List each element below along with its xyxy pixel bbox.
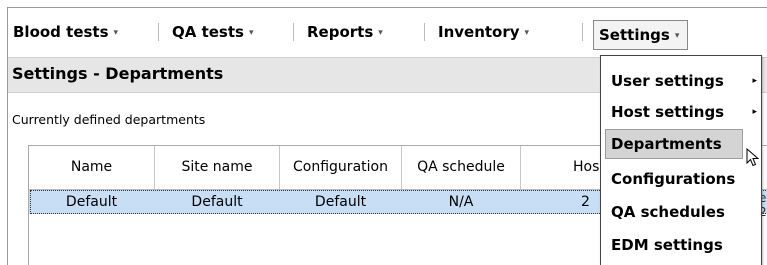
menu-separator [293,23,294,41]
column-header-site-name[interactable]: Site name [155,146,280,189]
menu-qa-tests-label: QA tests [172,23,244,41]
menu-qa-tests[interactable]: QA tests ▾ [172,18,253,46]
chevron-down-icon: ▾ [378,28,383,38]
app-frame: Blood tests ▾ QA tests ▾ Reports ▾ Inventor… [7,7,767,265]
cell-site-name: Default [191,194,243,210]
cell-configuration: Default [314,194,367,210]
menu-bar: Blood tests ▾ QA tests ▾ Reports ▾ Inventor… [8,8,767,56]
column-header-qa-schedule[interactable]: QA schedule [402,146,521,189]
menu-item-label: Configurations [611,170,736,188]
menu-item-label: Departments [611,135,722,153]
menu-inventory[interactable]: Inventory ▾ [438,18,529,46]
chevron-down-icon: ▾ [113,28,119,38]
menu-separator [158,23,159,41]
submenu-arrow-icon: ▸ [752,107,757,117]
section-subtitle: Currently defined departments [12,112,206,127]
settings-dropdown: User settings ▸ Host settings ▸ Departme… [600,55,762,265]
mouse-cursor-icon [746,148,760,167]
menu-blood-tests-label: Blood tests [13,23,109,41]
cell-qa-schedule: N/A [448,194,474,210]
menu-reports[interactable]: Reports ▾ [307,18,383,46]
menu-item-label: EDM settings [611,236,723,254]
menu-item-label: Host settings [611,103,725,121]
menu-item-qa-schedules[interactable]: QA schedules [601,197,761,227]
menu-settings[interactable]: Settings ▾ [593,20,689,50]
menu-item-user-settings[interactable]: User settings ▸ [601,66,761,96]
menu-separator [582,23,583,41]
column-header-name[interactable]: Name [29,146,155,189]
menu-item-configurations[interactable]: Configurations [601,164,761,194]
submenu-arrow-icon: ▸ [752,76,757,86]
cell-name: Default [65,194,118,210]
menu-inventory-label: Inventory [438,23,520,41]
menu-item-label: QA schedules [611,203,725,221]
chevron-down-icon: ▾ [248,28,254,38]
menu-item-departments[interactable]: Departments [605,129,743,159]
page-title: Settings - Departments [12,64,224,83]
chevron-down-icon: ▾ [674,31,680,41]
column-header-configuration[interactable]: Configuration [280,146,402,189]
chevron-down-icon: ▾ [524,28,530,38]
menu-reports-label: Reports [307,23,374,41]
menu-separator [424,23,425,41]
menu-item-host-settings[interactable]: Host settings ▸ [601,97,761,127]
menu-item-label: User settings [611,72,724,90]
menu-item-edm-settings[interactable]: EDM settings [601,230,761,260]
menu-settings-label: Settings [599,26,670,44]
menu-blood-tests[interactable]: Blood tests ▾ [13,18,118,46]
